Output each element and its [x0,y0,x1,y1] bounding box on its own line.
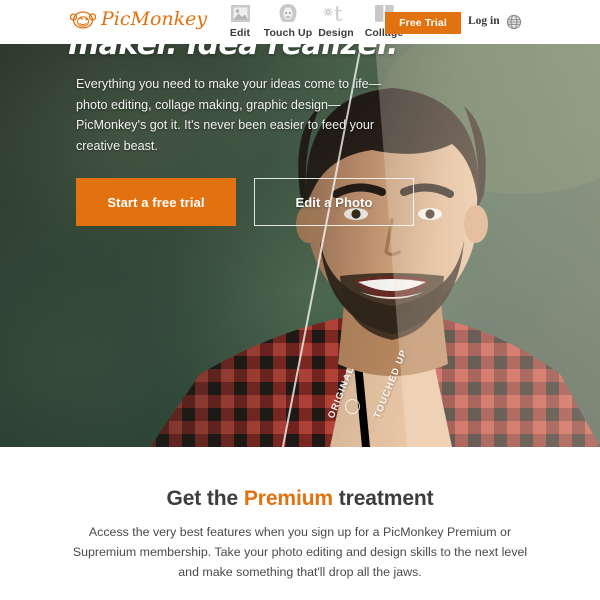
compare-slider-handle[interactable] [345,399,360,414]
logo-wordmark: PicMonkey [101,8,207,30]
start-free-trial-button[interactable]: Start a free trial [76,178,236,226]
page-root: PicMonkey Edit Touch Up t Design Collage… [0,0,600,600]
hero-subhead: Everything you need to make your ideas c… [76,77,382,153]
hero-headline: maker. Idea realizer. [68,44,398,62]
nav-label-edit: Edit [229,27,251,39]
nav-item-touch-up[interactable]: Touch Up [263,2,313,39]
hero-content: maker. Idea realizer. Everything you nee… [68,44,456,226]
face-portrait-icon [277,2,299,24]
premium-title-highlight: Premium [243,487,334,510]
nav-item-edit[interactable]: Edit [218,2,262,39]
premium-section: Get the Premium treatment Access the ver… [0,447,600,600]
edit-a-photo-button[interactable]: Edit a Photo [254,178,414,226]
logo-picmonkey[interactable]: PicMonkey [70,7,209,31]
premium-body: Access the very best features when you s… [72,525,528,579]
nav-item-design[interactable]: t Design [314,2,358,39]
nav-label-touch-up: Touch Up [263,27,313,39]
hero-cta-row: Start a free trial Edit a Photo [76,178,456,226]
svg-text:t: t [334,3,343,23]
premium-title-before: Get the [166,487,244,510]
site-header: PicMonkey Edit Touch Up t Design Collage… [0,0,600,44]
free-trial-button[interactable]: Free Trial [385,12,461,34]
monkey-logo-icon [70,11,96,29]
text-t-sparkle-icon: t [323,2,349,24]
hero-section: ORIGINAL TOUCHED UP maker. Idea realizer… [0,44,600,447]
premium-title-after: treatment [333,487,434,510]
primary-nav: Edit Touch Up t Design Collage [218,2,406,39]
premium-title: Get the Premium treatment [0,487,600,511]
nav-label-design: Design [318,27,354,39]
picture-icon [230,2,251,24]
login-link[interactable]: Log in [468,15,500,27]
globe-icon[interactable] [506,14,522,30]
logo-wordmark-text: PicMonkey [101,8,207,30]
